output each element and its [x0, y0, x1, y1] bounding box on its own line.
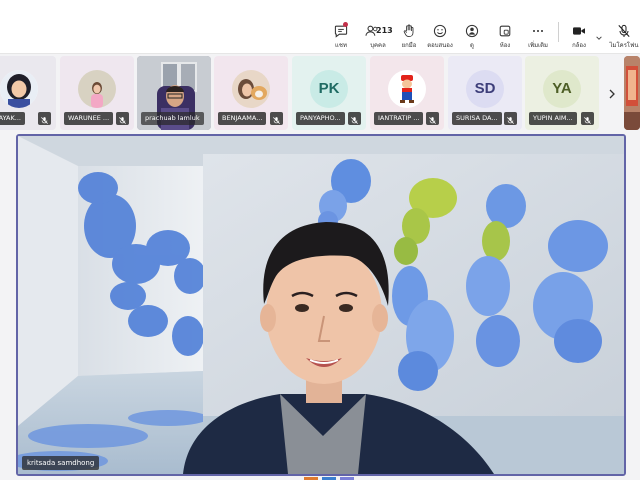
- more-button[interactable]: เพิ่มเติม: [520, 4, 556, 50]
- participant-tile[interactable]: BENJAAMA...: [214, 56, 288, 130]
- main-speaker-video[interactable]: kritsada samdhong: [16, 134, 626, 476]
- mic-muted-indicator: [38, 112, 51, 125]
- chat-icon: [334, 25, 348, 38]
- mic-off-icon: [119, 117, 126, 124]
- chevron-down-icon: [596, 36, 602, 40]
- next-participants-button[interactable]: [604, 84, 620, 104]
- camera-icon: [573, 27, 585, 35]
- meeting-toolbar: แชท 213 บุคคล ยกมือ ตอบสนอง ดู ห้อง เพิ่…: [0, 0, 640, 54]
- teams-meeting-window: แชท 213 บุคคล ยกมือ ตอบสนอง ดู ห้อง เพิ่…: [0, 0, 640, 480]
- camera-button[interactable]: กล้อง: [562, 4, 596, 50]
- participant-name: SURISA DA...: [452, 112, 502, 125]
- raise-hand-button[interactable]: ยกมือ: [392, 4, 426, 50]
- toolbar-divider: [558, 22, 559, 42]
- taskbar-edge: [304, 477, 354, 480]
- chat-label: แชท: [335, 42, 347, 49]
- participant-video-tile[interactable]: prachuab lamluk: [137, 56, 211, 130]
- participant-strip: NLAYAK... WARUNEE ... pr: [0, 54, 640, 134]
- mic-muted-indicator: [116, 112, 129, 125]
- participant-name: prachuab lamluk: [141, 112, 204, 125]
- avatar-initials: YA: [543, 70, 581, 108]
- rooms-label: ห้อง: [499, 42, 511, 49]
- more-icon: [532, 29, 544, 33]
- camera-label: กล้อง: [572, 42, 586, 49]
- mic-muted-indicator: [426, 112, 439, 125]
- camera-options-button[interactable]: [592, 4, 606, 50]
- avatar-initials: PK: [310, 70, 348, 108]
- mic-off-icon: [507, 117, 514, 124]
- participant-video: [624, 56, 640, 130]
- chat-button[interactable]: แชท: [324, 4, 358, 50]
- mic-off-icon: [273, 117, 280, 124]
- participant-tile[interactable]: WARUNEE ...: [60, 56, 134, 130]
- participant-name: NLAYAK...: [0, 112, 25, 125]
- mic-off-icon: [584, 117, 591, 124]
- more-label: เพิ่มเติม: [528, 42, 548, 49]
- participant-count: 213: [376, 26, 393, 35]
- mic-muted-indicator: [581, 112, 594, 125]
- participant-name: PANYAPHO...: [296, 112, 345, 125]
- people-label: บุคคล: [370, 42, 386, 49]
- mic-off-icon: [429, 117, 436, 124]
- react-icon: [433, 24, 447, 38]
- avatar: [78, 70, 116, 108]
- speaker-video-feed: [18, 136, 624, 474]
- avatar-initials: SD: [466, 70, 504, 108]
- mic-muted-indicator: [348, 112, 361, 125]
- participant-name: WARUNEE ...: [64, 112, 114, 125]
- avatar: [232, 70, 270, 108]
- raise-hand-icon: [403, 24, 414, 38]
- speaker-name-label: kritsada samdhong: [22, 456, 100, 470]
- mic-off-icon: [41, 117, 48, 124]
- raise-hand-label: ยกมือ: [401, 42, 417, 49]
- mic-button[interactable]: ไมโครโฟน: [608, 4, 640, 50]
- participant-tile[interactable]: NLAYAK...: [0, 56, 56, 130]
- mic-muted-indicator: [270, 112, 283, 125]
- unread-badge: [343, 22, 348, 27]
- rooms-icon: [499, 25, 511, 37]
- react-label: ตอบสนอง: [427, 42, 453, 49]
- chevron-right-icon: [609, 89, 615, 99]
- mic-off-icon: [618, 24, 630, 37]
- participant-tile[interactable]: IANTRATIP ...: [370, 56, 444, 130]
- mic-label: ไมโครโฟน: [609, 42, 639, 49]
- participant-tile[interactable]: SD SURISA DA...: [448, 56, 522, 130]
- mic-off-icon: [351, 117, 358, 124]
- participant-name: YUPIN AIM...: [529, 112, 577, 125]
- view-label: ดู: [470, 42, 474, 49]
- participant-tile[interactable]: YA YUPIN AIM...: [525, 56, 599, 130]
- participant-video-tile[interactable]: [624, 56, 640, 130]
- avatar: [0, 70, 38, 108]
- participant-tile[interactable]: PK PANYAPHO...: [292, 56, 366, 130]
- view-button[interactable]: ดู: [455, 4, 489, 50]
- avatar: [388, 70, 426, 108]
- react-button[interactable]: ตอบสนอง: [422, 4, 458, 50]
- view-icon: [465, 24, 479, 38]
- participant-name: IANTRATIP ...: [374, 112, 424, 125]
- rooms-button[interactable]: ห้อง: [488, 4, 522, 50]
- participant-name: BENJAAMA...: [218, 112, 267, 125]
- mic-muted-indicator: [504, 112, 517, 125]
